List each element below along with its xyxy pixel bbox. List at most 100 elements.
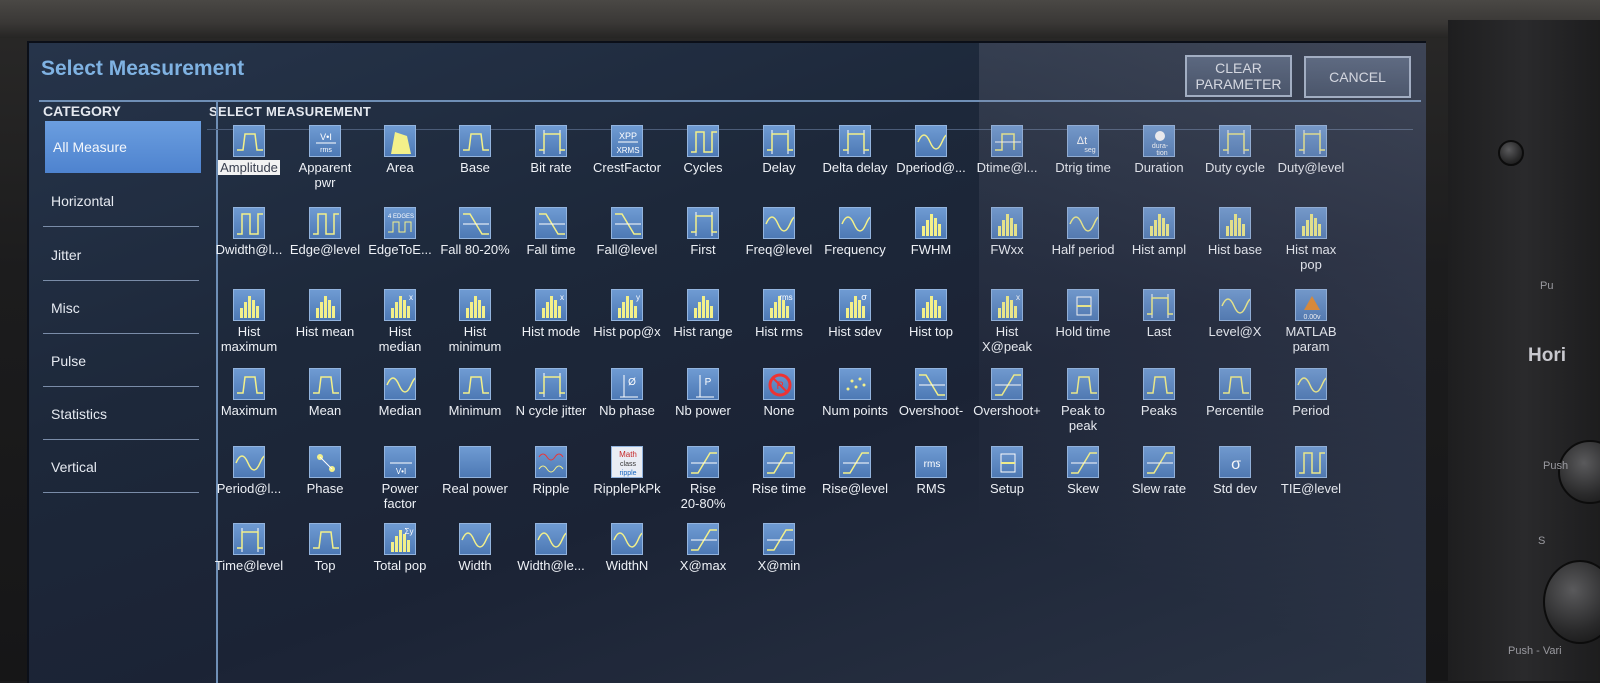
edgetoe-icon: 4 EDGES	[384, 207, 416, 239]
minimum-icon	[459, 368, 491, 400]
overshoot-icon	[991, 368, 1023, 400]
hist-max-pop-icon	[1295, 207, 1327, 239]
measurement-hist-x-peak[interactable]: x Hist X@peak	[963, 289, 1051, 354]
fall-level-icon	[611, 207, 643, 239]
hist-ampl-icon	[1143, 207, 1175, 239]
svg-text:P: P	[705, 377, 712, 388]
measurement-period[interactable]: Period	[1267, 368, 1355, 418]
measurement-rise-20-80[interactable]: Rise 20-80%	[659, 446, 747, 511]
dtrig-time-icon: Δt seg	[1067, 125, 1099, 157]
category-label: Vertical	[51, 458, 97, 475]
page-title: Select Measurement	[41, 57, 245, 80]
amplitude-icon	[233, 125, 265, 157]
rms-icon: rms	[915, 446, 947, 478]
svg-text:tion: tion	[1156, 150, 1167, 157]
svg-text:x: x	[1016, 293, 1020, 302]
svg-text:rms: rms	[320, 147, 332, 154]
dwidth-l-icon	[233, 207, 265, 239]
hist-range-icon	[687, 289, 719, 321]
category-all-measure[interactable]: All Measure	[45, 121, 201, 173]
measurement-hist-minimum[interactable]: Hist minimum	[431, 289, 519, 354]
category-label: Pulse	[51, 352, 87, 369]
hist-rms-icon: rms	[763, 289, 795, 321]
svg-text:ripple: ripple	[619, 470, 636, 477]
svg-text:XPP: XPP	[619, 131, 637, 141]
first-icon	[687, 207, 719, 239]
hist-sdev-icon: σ	[839, 289, 871, 321]
category-misc[interactable]: Misc	[43, 282, 199, 334]
nb-power-icon: P	[687, 368, 719, 400]
area-icon	[384, 125, 416, 157]
measurement-tie-level[interactable]: TIE@level	[1267, 446, 1355, 496]
svg-text:V•I: V•I	[396, 467, 406, 476]
num-points-icon	[839, 368, 871, 400]
category-vertical[interactable]: Vertical	[43, 441, 199, 493]
power-factor-icon: V•I	[384, 446, 416, 478]
panel-label-push2: Push	[1543, 460, 1569, 472]
svg-text:rms: rms	[924, 459, 941, 470]
category-horizontal[interactable]: Horizontal	[43, 175, 199, 227]
fall-80-20-icon	[459, 207, 491, 239]
svg-text:σ: σ	[861, 292, 867, 302]
category-pulse[interactable]: Pulse	[43, 335, 199, 387]
rise-20-80-icon	[687, 446, 719, 478]
measurement-x-min[interactable]: X@min	[735, 523, 823, 573]
hist-top-icon	[915, 289, 947, 321]
rise-level-icon	[839, 446, 871, 478]
svg-text:Ø: Ø	[628, 377, 636, 388]
measurement-duty-level[interactable]: Duty@level	[1267, 125, 1355, 175]
category-label: Horizontal	[51, 192, 115, 209]
category-label: Misc	[51, 299, 80, 316]
category-statistics[interactable]: Statistics	[43, 388, 199, 440]
category-label: Statistics	[51, 405, 108, 422]
hist-minimum-icon	[459, 289, 491, 321]
period-l-icon	[233, 446, 265, 478]
svg-text:Σy: Σy	[405, 527, 414, 536]
svg-text:σ: σ	[1231, 456, 1241, 473]
category-jitter[interactable]: Jitter	[43, 229, 199, 281]
measurement-hist-maximum[interactable]: Hist maximum	[205, 289, 293, 354]
total-pop-icon: Σy	[384, 523, 416, 555]
percentile-icon	[1219, 368, 1251, 400]
svg-text:4 EDGES: 4 EDGES	[388, 214, 414, 220]
frequency-icon	[839, 207, 871, 239]
last-icon	[1143, 289, 1175, 321]
duty-level-icon	[1295, 125, 1327, 157]
peak-to-peak-icon	[1067, 368, 1099, 400]
skew-icon	[1067, 446, 1099, 478]
svg-text:0.00v: 0.00v	[1303, 314, 1321, 321]
horizontal-knob[interactable]	[1558, 440, 1600, 504]
ripplepkpk-icon: Math class ripple	[611, 446, 643, 478]
scale-knob[interactable]	[1543, 560, 1600, 644]
slew-rate-icon	[1143, 446, 1175, 478]
widthn-icon	[611, 523, 643, 555]
top-icon	[309, 523, 341, 555]
measurement-matlab-param[interactable]: 0.00v MATLAB param	[1267, 289, 1355, 354]
width-le-icon	[535, 523, 567, 555]
std-dev-icon: σ	[1219, 446, 1251, 478]
x-min-icon	[763, 523, 795, 555]
measurement-peak-to-peak[interactable]: Peak to peak	[1039, 368, 1127, 433]
front-panel-controls: Hori Pu Push S Push - Vari	[1448, 20, 1600, 681]
svg-text:rms: rms	[779, 293, 792, 302]
measurement-hist-max-pop[interactable]: Hist max pop	[1267, 207, 1355, 272]
bezel-top-edge	[0, 0, 1600, 38]
category-label: All Measure	[53, 139, 127, 155]
clear-parameter-button[interactable]: CLEAR PARAMETER	[1185, 55, 1292, 97]
svg-text:x: x	[560, 293, 564, 302]
hold-time-icon	[1067, 289, 1099, 321]
svg-text:Math: Math	[619, 450, 637, 459]
cancel-button[interactable]: CANCEL	[1304, 56, 1411, 98]
adjust-knob[interactable]	[1498, 140, 1524, 166]
half-period-icon	[1067, 207, 1099, 239]
n-cycle-jitter-icon	[535, 368, 567, 400]
width-icon	[459, 523, 491, 555]
crestfactor-icon: XPP XRMS	[611, 125, 643, 157]
measurement-label: Duty@level	[1277, 160, 1345, 175]
panel-label-push-vari: Push - Vari	[1508, 645, 1562, 657]
ripple-icon	[535, 446, 567, 478]
dtime-l-icon	[991, 125, 1023, 157]
mean-icon	[309, 368, 341, 400]
cancel-label: CANCEL	[1329, 69, 1386, 85]
peaks-icon	[1143, 368, 1175, 400]
